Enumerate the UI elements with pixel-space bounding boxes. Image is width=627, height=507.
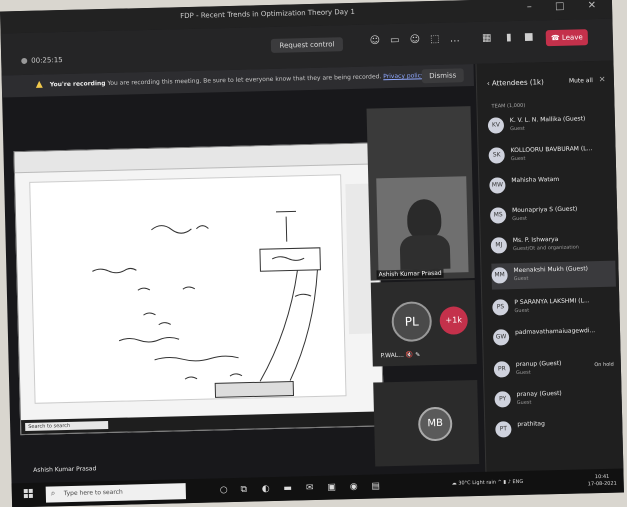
meeting-timer: 00:25:15 [21, 56, 63, 65]
participant-head [406, 198, 442, 240]
camera-tile[interactable]: Ashish Kumar Prasad [366, 106, 475, 281]
store-icon[interactable]: ▣ [325, 480, 339, 494]
task-view-icon[interactable]: ⧉ [237, 483, 251, 497]
search-icon: ⌕ [50, 488, 56, 498]
record-dot-icon [21, 57, 28, 65]
mic-icon[interactable]: ■ [523, 31, 535, 43]
windows-start-icon[interactable] [23, 488, 34, 499]
maximize-button[interactable]: □ [555, 1, 575, 12]
teams-meeting-window: FDP - Recent Trends in Optimization Theo… [0, 0, 624, 507]
attendees-panel: ‹ Attendees (1k) Mute all ✕ TEAM (1,000)… [475, 60, 624, 476]
attendee-item[interactable]: MJ Ms. P. Ishwarya Guest/Ot and organizati… [490, 231, 616, 260]
reactions-icon[interactable]: ☺ [409, 34, 421, 46]
attendee-item[interactable]: PS P SARANYA LAKSHMI (L... Guest [492, 293, 617, 322]
presenter-name: Ashish Kumar Prasad [33, 465, 97, 474]
warning-icon: ▲ [35, 79, 43, 90]
cortana-icon[interactable]: ○ [217, 483, 231, 497]
attendee-item[interactable]: SK KOLLOORU BAVBURAM (L... Guest [488, 141, 613, 170]
recording-text: You're recording You are recording this … [49, 72, 425, 89]
on-hold-status: On hold [594, 361, 614, 369]
whiteboard-canvas [29, 174, 347, 404]
attendee-item-selected[interactable]: MM Meenakshi Mukh (Guest) Guest [491, 260, 616, 290]
edge-icon[interactable]: ◐ [259, 482, 273, 496]
attendee-item[interactable]: MW Mahisha Watam [489, 171, 614, 200]
close-button[interactable]: ✕ [588, 0, 607, 11]
rooms-icon[interactable]: ▦ [481, 33, 493, 45]
attendee-item[interactable]: MS Mounapriya S (Guest) Guest [489, 201, 615, 230]
avatar-pl: PL [391, 301, 433, 343]
overflow-count-badge[interactable]: +1k [439, 306, 469, 335]
handwriting-drawing [92, 210, 321, 398]
leave-button[interactable]: ☎ Leave [545, 29, 589, 47]
chat-icon[interactable]: ▭ [389, 35, 401, 47]
privacy-policy-link[interactable]: Privacy policy [383, 72, 424, 80]
clock[interactable]: 10:41 17-08-2021 [588, 474, 617, 489]
attendees-header: ‹ Attendees (1k) [486, 78, 544, 88]
participant-body [399, 234, 451, 270]
attendee-item[interactable]: PY pranay (Guest) Guest [494, 385, 619, 414]
people-icon[interactable]: ☺ [369, 35, 381, 47]
attendee-item[interactable]: KV K. V. L. N. Mallika (Guest) Guest [487, 111, 613, 140]
attendee-item[interactable]: GW padmavathamaiuagewdi... [492, 323, 618, 352]
attendee-item[interactable]: PR pranup (Guest) Guest On hold [493, 355, 619, 384]
camera-icon[interactable]: ▮ [503, 32, 515, 44]
chrome-icon[interactable]: ◉ [347, 480, 361, 494]
attendee-item[interactable]: PT prathitag [495, 415, 620, 444]
file-explorer-icon[interactable]: ▬ [281, 481, 295, 495]
minimize-button[interactable]: – [527, 1, 542, 12]
shared-taskbar: Search to search [21, 411, 384, 435]
participant-tile-mb[interactable]: MB [373, 380, 480, 467]
avatar-mb: MB [417, 406, 453, 442]
camera-name-label: Ashish Kumar Prasad [376, 268, 444, 280]
mute-all-button[interactable]: Mute all [569, 77, 593, 85]
shared-app-menubar [14, 143, 377, 174]
request-control-button[interactable]: Request control [270, 37, 344, 53]
shared-search-box: Search to search [25, 421, 109, 432]
window-controls[interactable]: – □ ✕ [527, 0, 606, 13]
share-icon[interactable]: ⬚ [429, 34, 441, 46]
taskbar-search-input[interactable]: ⌕ Type here to search [45, 483, 187, 503]
more-icon[interactable]: … [449, 33, 461, 45]
window-title: FDP - Recent Trends in Optimization Theo… [180, 7, 355, 21]
mail-icon[interactable]: ✉ [303, 481, 317, 495]
shared-screen: Search to search [13, 142, 385, 436]
dismiss-button[interactable]: Dismiss [421, 68, 464, 84]
attendees-section-label: TEAM (1,000) [491, 102, 526, 110]
close-panel-icon[interactable]: ✕ [599, 75, 606, 84]
participant-tile-pl[interactable]: PL +1k P.WAL... 🔇 ✎ [370, 280, 477, 367]
teams-icon[interactable]: ▤ [369, 479, 383, 493]
tile-name-label: P.WAL... 🔇 ✎ [380, 351, 421, 360]
